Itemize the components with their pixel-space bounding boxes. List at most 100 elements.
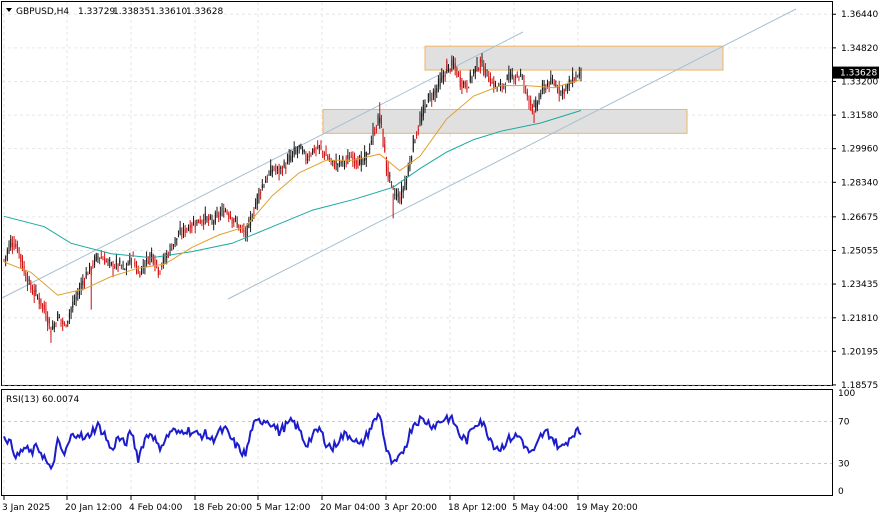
candle-body — [236, 222, 238, 225]
candle-body — [538, 95, 540, 103]
candle-body — [206, 216, 208, 221]
candle-body — [298, 144, 300, 148]
candle-body — [191, 223, 193, 228]
candle-body — [362, 159, 364, 161]
rsi-level-label: 30 — [838, 460, 850, 470]
candle-body — [518, 76, 520, 78]
ohlc-close: 1.33628 — [186, 7, 223, 17]
candle-body — [555, 85, 557, 87]
candle-body — [278, 168, 280, 174]
candle-body — [10, 239, 12, 248]
candle-body — [323, 152, 325, 158]
candle-body — [302, 149, 304, 153]
candle-body — [380, 115, 382, 125]
candle-body — [16, 243, 18, 252]
candle-body — [551, 81, 553, 83]
candle-body — [540, 93, 542, 97]
candle-body — [421, 113, 423, 123]
candle-body — [196, 219, 198, 225]
candle-body — [13, 243, 15, 250]
candle-body — [536, 102, 538, 108]
candle-body — [176, 238, 178, 240]
candle-body — [471, 77, 473, 79]
candle-body — [578, 72, 580, 77]
candle-body — [89, 262, 91, 272]
candle-body — [558, 85, 560, 95]
candle-body — [114, 266, 116, 268]
time-tick-label: 18 Feb 20:00 — [193, 503, 252, 513]
price-tick-label: 1.20195 — [841, 347, 878, 357]
candle-body — [188, 228, 190, 230]
candle-body — [531, 104, 533, 112]
candle-body — [525, 86, 527, 88]
current-price-label: 1.33628 — [840, 69, 877, 79]
candle-body — [429, 93, 431, 98]
candle-body — [229, 215, 231, 219]
candle-body — [134, 261, 136, 266]
candle-body — [55, 323, 57, 325]
candle-body — [157, 267, 159, 276]
candle-body — [515, 76, 517, 79]
candle-body — [8, 243, 10, 253]
ohlc-open: 1.33729 — [78, 7, 115, 17]
candle-body — [290, 155, 292, 161]
candle-body — [491, 81, 493, 83]
candle-body — [468, 86, 470, 89]
candle-body — [77, 292, 79, 295]
candle-body — [511, 74, 513, 78]
candle-body — [317, 146, 319, 149]
candle-body — [449, 69, 451, 72]
candle-body — [151, 252, 153, 258]
candle-body — [401, 187, 403, 199]
candle-body — [216, 212, 218, 217]
candle-body — [417, 129, 419, 131]
candle-body — [557, 87, 559, 92]
candle-body — [320, 146, 322, 148]
candle-body — [521, 76, 523, 78]
time-tick-label: 4 Feb 04:00 — [129, 503, 183, 513]
candle-body — [18, 248, 20, 254]
candle-body — [297, 149, 299, 152]
candle-body — [179, 227, 181, 234]
resistance-zone — [424, 45, 724, 71]
candle-body — [189, 224, 191, 232]
candle-body — [394, 194, 396, 196]
candle-body — [370, 140, 372, 144]
candle-body — [208, 218, 210, 221]
candle-body — [99, 257, 101, 259]
candle-body — [337, 163, 339, 166]
candle-body — [5, 255, 7, 260]
candle-body — [60, 318, 62, 322]
candle-body — [473, 69, 475, 75]
candle-body — [38, 297, 40, 304]
candle-body — [15, 244, 17, 247]
candle-body — [545, 87, 547, 91]
candle-body — [422, 104, 424, 117]
candle-body — [193, 221, 195, 226]
candle-body — [377, 116, 379, 126]
candle-body — [171, 248, 173, 251]
candle-body — [181, 233, 183, 235]
candle-body — [442, 75, 444, 78]
candle-body — [260, 192, 262, 194]
candle-body — [419, 118, 421, 125]
price-tick-label: 1.28340 — [841, 178, 878, 188]
candle-body — [25, 273, 27, 282]
candle-body — [395, 193, 397, 196]
candle-body — [474, 66, 476, 73]
candle-body — [94, 256, 96, 265]
candle-body — [369, 148, 371, 150]
candle-body — [42, 303, 44, 306]
candle-body — [174, 237, 176, 244]
candle-body — [63, 323, 65, 325]
candle-body — [375, 128, 377, 130]
candle-body — [528, 96, 530, 105]
candle-body — [203, 219, 205, 225]
candle-body — [575, 74, 577, 79]
candle-body — [228, 213, 230, 219]
candle-body — [204, 212, 206, 220]
candle-body — [563, 89, 565, 95]
candle-body — [233, 218, 235, 223]
candle-body — [275, 169, 277, 171]
candle-body — [70, 307, 72, 313]
